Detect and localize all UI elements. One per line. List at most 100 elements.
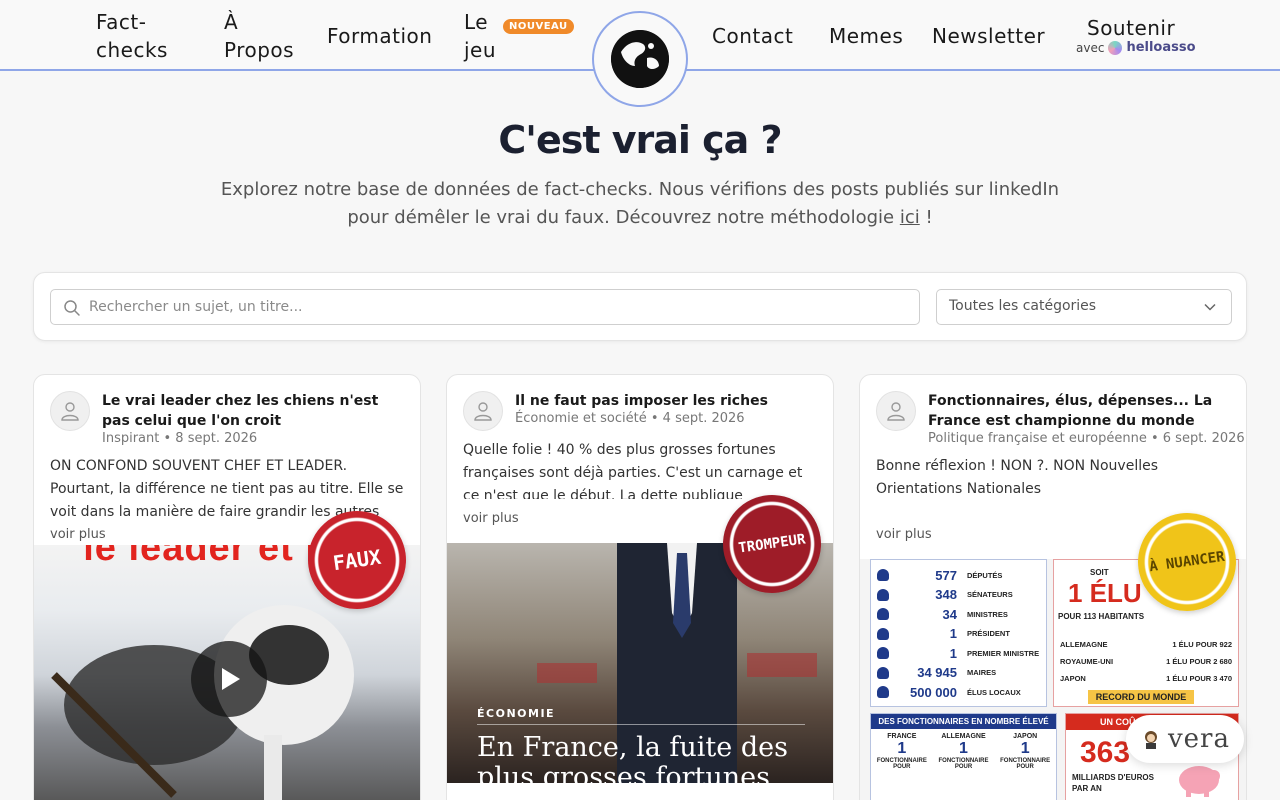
card-title[interactable]: Il ne faut pas imposer les riches bbox=[515, 391, 815, 411]
card-title[interactable]: Le vrai leader chez les chiens n'est pas… bbox=[102, 391, 402, 431]
nav-fact-checks[interactable]: Fact-checks bbox=[96, 8, 206, 64]
fonc-country: JAPON bbox=[1013, 733, 1038, 740]
country-ratio: 1 ÉLU POUR 2 680 bbox=[1166, 657, 1232, 666]
nav-memes[interactable]: Memes bbox=[829, 22, 903, 50]
elus-panel: 577 DÉPUTÉS 348 SÉNATEURS 34 MINISTRES 1 PRÉSID… bbox=[870, 559, 1047, 707]
chevron-down-icon bbox=[1204, 303, 1216, 311]
fact-check-card[interactable]: Le vrai leader chez les chiens n'est pas… bbox=[33, 374, 421, 800]
elus-row: 1 PRÉSIDENT bbox=[877, 625, 1042, 643]
person-icon bbox=[877, 569, 889, 581]
play-icon bbox=[222, 668, 240, 690]
person-icon bbox=[877, 608, 889, 620]
fonc-columns: FRANCE 1 FONCTIONNAIRE POUR ALLEMAGNE 1 … bbox=[871, 733, 1056, 770]
filter-panel: Toutes les catégories bbox=[33, 272, 1247, 341]
record-badge: RECORD DU MONDE bbox=[1088, 690, 1194, 704]
avatar bbox=[50, 391, 90, 431]
voir-plus-link[interactable]: voir plus bbox=[50, 527, 106, 542]
fonc-col: JAPON 1 FONCTIONNAIRE POUR bbox=[997, 733, 1053, 770]
article-headline: En France, la fuite des plus grosses for… bbox=[477, 732, 788, 784]
nav-newsletter[interactable]: Newsletter bbox=[932, 22, 1045, 50]
search-input[interactable] bbox=[89, 290, 909, 324]
cout-value: 363 bbox=[1080, 736, 1131, 769]
card-text: Bonne réflexion ! NON ?. NON Nouvelles O… bbox=[876, 458, 1159, 497]
play-button[interactable] bbox=[191, 641, 267, 717]
vera-chat-widget[interactable]: vera bbox=[1126, 715, 1244, 763]
person-icon bbox=[877, 686, 889, 698]
country-name: JAPON bbox=[1060, 674, 1086, 683]
card-category: Économie et société bbox=[515, 411, 647, 426]
fonc-label: FONCTIONNAIRE POUR bbox=[1000, 758, 1051, 770]
globe-logo-icon bbox=[611, 30, 669, 88]
soit-label: SOIT bbox=[1090, 568, 1109, 577]
elus-row: 34 945 MAIRES bbox=[877, 664, 1042, 682]
helloasso-credit[interactable]: avec helloasso bbox=[1076, 40, 1196, 55]
helloasso-logo-icon bbox=[1108, 40, 1123, 55]
top-navbar: Fact-checks À Propos Formation Le jeu NO… bbox=[0, 0, 1280, 107]
elus-label: ÉLUS LOCAUX bbox=[967, 687, 1021, 697]
elus-row: 34 MINISTRES bbox=[877, 605, 1042, 623]
card-text: Quelle folie ! 40 % des plus grosses for… bbox=[463, 442, 803, 499]
cout-label: MILLIARDS D'EUROS PAR AN bbox=[1072, 773, 1154, 793]
card-meta: Politique française et européenne • 6 se… bbox=[928, 431, 1245, 446]
elus-row: 348 SÉNATEURS bbox=[877, 586, 1042, 604]
country-ratio: 1 ÉLU POUR 922 bbox=[1172, 640, 1232, 649]
elus-row: 500 000 ÉLUS LOCAUX bbox=[877, 683, 1042, 701]
elus-value: 500 000 bbox=[910, 684, 957, 700]
nav-formation[interactable]: Formation bbox=[327, 22, 432, 50]
nav-a-propos[interactable]: À Propos bbox=[224, 8, 314, 64]
elus-label: PREMIER MINISTRE bbox=[967, 648, 1040, 658]
card-meta: Économie et société • 4 sept. 2026 bbox=[515, 411, 745, 426]
category-selected-value: Toutes les catégories bbox=[949, 298, 1097, 314]
article-tag: ÉCONOMIE bbox=[477, 707, 805, 725]
elus-value: 34 945 bbox=[917, 665, 957, 680]
avatar bbox=[463, 391, 503, 431]
vera-label: vera bbox=[1167, 724, 1230, 754]
elus-value: 1 bbox=[949, 645, 957, 661]
voir-plus-link[interactable]: voir plus bbox=[463, 511, 519, 526]
country-row: ROYAUME-UNI 1 ÉLU POUR 2 680 bbox=[1060, 653, 1232, 670]
nav-le-jeu[interactable]: Le jeu bbox=[464, 8, 504, 64]
elus-value: 34 bbox=[942, 606, 957, 622]
person-icon bbox=[877, 627, 889, 640]
page-subtitle: Explorez notre base de données de fact-c… bbox=[200, 176, 1080, 232]
soutenir-avec: avec bbox=[1076, 40, 1105, 55]
search-box[interactable] bbox=[50, 289, 920, 325]
site-logo[interactable] bbox=[592, 11, 688, 107]
elus-value: 348 bbox=[935, 587, 957, 602]
category-select[interactable]: Toutes les catégories bbox=[936, 289, 1232, 325]
fonc-col: ALLEMAGNE 1 FONCTIONNAIRE POUR bbox=[935, 733, 991, 770]
search-icon bbox=[64, 300, 80, 316]
page-title: C'est vrai ça ? bbox=[498, 118, 782, 162]
fact-check-card[interactable]: Il ne faut pas imposer les riches Économ… bbox=[446, 374, 834, 800]
fonc-col: FRANCE 1 FONCTIONNAIRE POUR bbox=[874, 733, 930, 770]
voir-plus-link[interactable]: voir plus bbox=[876, 527, 932, 542]
card-category: Inspirant bbox=[102, 431, 160, 446]
ratio-per: POUR 113 HABITANTS bbox=[1058, 612, 1145, 621]
elus-label: SÉNATEURS bbox=[967, 590, 1013, 599]
card-title[interactable]: Fonctionnaires, élus, dépenses... La Fra… bbox=[928, 391, 1228, 431]
person-icon bbox=[877, 647, 889, 659]
nav-soutenir[interactable]: Soutenir bbox=[1087, 14, 1175, 42]
fonc-value: 1 bbox=[897, 740, 907, 757]
elus-value: 1 bbox=[949, 626, 957, 641]
country-row: JAPON 1 ÉLU POUR 3 470 bbox=[1060, 670, 1232, 687]
person-icon bbox=[877, 588, 889, 601]
avatar bbox=[876, 391, 916, 431]
elus-label: DÉPUTÉS bbox=[967, 570, 1003, 580]
person-icon bbox=[877, 666, 889, 679]
country-name: ALLEMAGNE bbox=[1060, 640, 1108, 649]
card-date: 8 sept. 2026 bbox=[175, 431, 258, 446]
nav-contact[interactable]: Contact bbox=[712, 22, 793, 50]
country-list: ALLEMAGNE 1 ÉLU POUR 922 ROYAUME-UNI 1 ÉLU … bbox=[1060, 636, 1232, 687]
fonc-label: FONCTIONNAIRE POUR bbox=[876, 758, 927, 770]
country-ratio: 1 ÉLU POUR 3 470 bbox=[1166, 674, 1232, 683]
elus-label: MINISTRES bbox=[967, 609, 1008, 619]
fonc-label: FONCTIONNAIRE POUR bbox=[938, 758, 989, 770]
methodology-link[interactable]: ici bbox=[900, 207, 920, 228]
elus-row: 1 PREMIER MINISTRE bbox=[877, 644, 1042, 662]
country-name: ROYAUME-UNI bbox=[1060, 657, 1114, 666]
fonctionnaires-title: DES FONCTIONNAIRES EN NOMBRE ÉLEVÉ bbox=[871, 714, 1056, 729]
subtitle-suffix: ! bbox=[919, 207, 933, 228]
elus-label: MAIRES bbox=[967, 668, 997, 677]
card-date: 4 sept. 2026 bbox=[662, 411, 745, 426]
